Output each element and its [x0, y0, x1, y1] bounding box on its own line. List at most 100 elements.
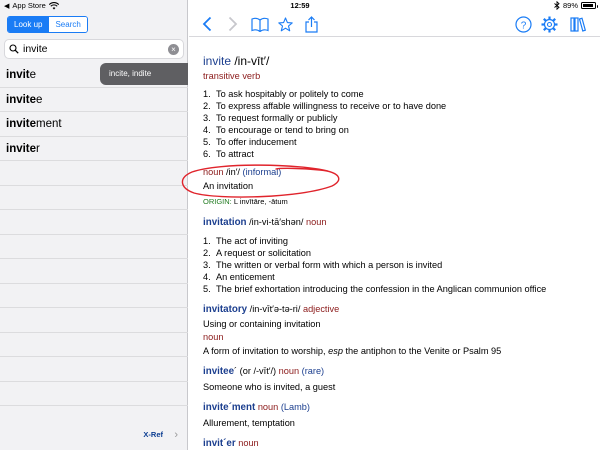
empty-row [0, 210, 188, 235]
book-icon [251, 17, 269, 32]
star-icon [277, 16, 293, 31]
book-button[interactable] [251, 15, 269, 33]
alt-pronunciation: (or /-vīt′/) [237, 366, 279, 376]
clock: 12:59 [290, 1, 310, 10]
noun-definition: An invitation [203, 181, 254, 191]
results-list: invite invitee invitement inviter [0, 63, 188, 406]
derived-entry-invitee: invitee´ (or /-vīt′/) noun (rare) [203, 365, 593, 378]
empty-row [0, 186, 188, 210]
empty-row [0, 161, 188, 186]
share-button[interactable] [302, 15, 320, 33]
derived-headword[interactable]: invitee [203, 366, 234, 377]
forward-button[interactable] [224, 15, 242, 33]
register-label[interactable]: (informal) [243, 167, 282, 177]
gear-icon [541, 16, 557, 32]
derived-headword[interactable]: invit´er [203, 438, 236, 449]
derived-pos: noun [255, 402, 279, 412]
sense-item: 4. To encourage or tend to bring on [203, 125, 349, 135]
origin-label: ORIGIN: [203, 197, 232, 206]
xref-button[interactable]: X-Ref [143, 430, 163, 439]
entry-content: invite /in-vīt′/ transitive verb 1. To as… [203, 54, 593, 450]
empty-row [0, 357, 188, 382]
derived-headword[interactable]: invite´ment [203, 402, 255, 413]
definition: Using or containing invitation [203, 319, 321, 329]
status-bar: ◀ App Store 12:59 89% [0, 0, 600, 12]
definition: Someone who is invited, a guest [203, 382, 336, 392]
derived-pos: noun [278, 366, 300, 376]
svg-text:?: ? [520, 20, 526, 31]
battery-percent: 89% [562, 1, 578, 10]
result-match: invite [6, 142, 37, 155]
register-label[interactable]: (rare) [299, 366, 324, 376]
search-input[interactable] [23, 43, 168, 55]
sense-list: 1. To ask hospitably or politely to come … [203, 88, 593, 160]
definition: A form of invitation to worship, esp the… [203, 346, 502, 356]
sense-list: 1. The act of inviting 2. A request or sol… [203, 235, 593, 295]
register-label[interactable]: (Lamb) [278, 402, 310, 412]
clear-search-button[interactable]: × [168, 43, 179, 55]
result-match: invite [6, 118, 37, 130]
settings-button[interactable] [540, 15, 558, 33]
forward-icon [228, 16, 238, 32]
sense-item: 6. To attract [203, 149, 254, 159]
library-button[interactable] [569, 15, 587, 33]
derived-headword[interactable]: invitatory [203, 304, 247, 315]
origin-text: L invītāre, -ātum [231, 197, 288, 206]
sense-item: 4. An enticement [203, 272, 275, 282]
sense-item: 2. A request or solicitation [203, 248, 311, 258]
noun-pronunciation: /in′/ [223, 167, 243, 177]
empty-row [0, 382, 188, 406]
derived-pos: adjective [302, 304, 340, 314]
search-bar: × [4, 39, 184, 59]
share-icon [304, 15, 318, 33]
derived-pos: noun [235, 438, 259, 448]
sense-item: 2. To express affable willingness to rece… [203, 101, 447, 111]
empty-row [0, 308, 188, 333]
result-item-inviter[interactable]: inviter [0, 137, 188, 161]
part-of-speech: noun [203, 332, 224, 342]
derived-pos: noun [305, 217, 327, 227]
toolbar: ? [189, 12, 600, 37]
search-icon [9, 44, 19, 54]
library-icon [570, 17, 586, 32]
derived-entry-invitatory: invitatory /in-vīt′ə-tə-ri/ adjective [203, 303, 593, 316]
derived-pronunciation: /in-vīt′ə-tə-ri/ [247, 304, 303, 314]
sidebar: Look up Search × invite invitee inviteme… [0, 0, 188, 450]
result-item-invitee[interactable]: invitee [0, 88, 188, 112]
empty-row [0, 333, 188, 357]
noun-sense-header: noun /in′/ (informal) [203, 166, 593, 178]
derived-entry-invitement: invite´ment noun (Lamb) [203, 401, 593, 414]
pronunciation: /in-vīt′/ [231, 54, 270, 68]
sense-item: 1. To ask hospitably or politely to come [203, 89, 364, 99]
sense-item: 1. The act of inviting [203, 236, 289, 246]
chevron-right-icon[interactable]: › [174, 429, 178, 441]
lookup-search-segmented-control: Look up Search [7, 16, 88, 33]
back-button[interactable] [198, 15, 216, 33]
definition: Allurement, temptation [203, 418, 295, 428]
empty-row [0, 284, 188, 308]
sense-item: 3. The written or verbal form with which … [203, 260, 443, 270]
help-button[interactable]: ? [514, 15, 532, 33]
origin: ORIGIN: L invītāre, -ātum [203, 196, 593, 208]
favorite-button[interactable] [276, 15, 294, 33]
sense-item: 3. To request formally or publicly [203, 113, 338, 123]
bluetooth-icon [554, 1, 560, 10]
back-icon [202, 16, 212, 32]
derived-headword[interactable]: invitation [203, 217, 247, 228]
battery-icon [581, 2, 598, 9]
result-match: invite [6, 93, 37, 106]
result-rest: e [36, 93, 43, 106]
sense-item: 5. The brief exhortation introducing the … [203, 284, 547, 294]
part-of-speech: transitive verb [203, 71, 261, 81]
derived-entry-invitation: invitation /in-vi-tā′shən/ noun [203, 216, 593, 229]
result-rest: e [29, 69, 37, 81]
result-match: invit [6, 69, 30, 81]
sense-item: 5. To offer inducement [203, 137, 297, 147]
spelling-suggestion[interactable]: incite, indite [100, 63, 188, 85]
tab-look-up[interactable]: Look up [8, 17, 49, 32]
empty-row [0, 259, 188, 284]
tab-search[interactable]: Search [48, 17, 87, 32]
derived-pronunciation: /in-vi-tā′shən/ [246, 217, 306, 227]
result-item-invitement[interactable]: invitement [0, 112, 188, 137]
help-icon: ? [514, 15, 532, 33]
